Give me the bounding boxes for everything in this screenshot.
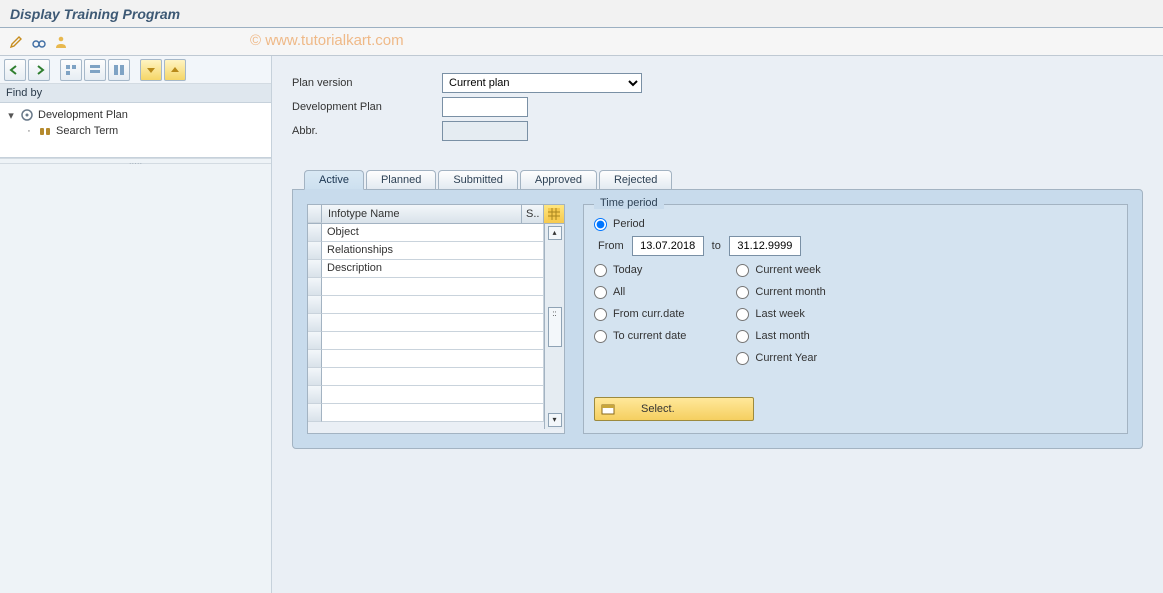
scroll-up-icon[interactable]: ▴ [548,226,562,240]
radio-cur-year[interactable] [736,352,749,365]
nav-collapse-icon[interactable] [164,59,186,81]
radio-to-curr-label: To current date [613,330,686,342]
radio-cur-year-label: Current Year [755,352,817,364]
scroll-down-icon[interactable]: ▾ [548,413,562,427]
findby-header: Find by [0,84,271,103]
tree-root-devplan[interactable]: ▾ Development Plan [6,107,265,123]
abbr-input [442,121,528,141]
plan-version-select[interactable]: Current plan [442,73,642,93]
radio-last-week-label: Last week [755,308,805,320]
col-header-name[interactable]: Infotype Name [322,205,522,223]
devplan-node-icon [20,108,34,122]
table-row[interactable] [308,314,544,332]
table-row[interactable] [308,278,544,296]
time-period-group: Time period Period From to Today [583,204,1128,434]
table-row[interactable] [308,386,544,404]
infotype-rows: Object Relationships Description [308,224,544,429]
sidebar-empty-panel [0,164,271,593]
select-button[interactable]: Select. [594,397,754,421]
table-row[interactable]: Object [308,224,544,242]
main-content: Plan version Current plan Development Pl… [272,56,1163,593]
tree-root-label: Development Plan [38,109,128,121]
radio-from-curr-label: From curr.date [613,308,685,320]
radio-all-label: All [613,286,625,298]
radio-cur-week-label: Current week [755,264,820,276]
app-toolbar: © www.tutorialkart.com [0,28,1163,56]
row-name: Description [322,260,544,278]
from-date-input[interactable] [632,236,704,256]
radio-last-month-label: Last month [755,330,809,342]
group-title: Time period [594,197,664,209]
infotype-table: Infotype Name S.. Object Relationships D… [307,204,565,434]
radio-today-label: Today [613,264,642,276]
tab-active[interactable]: Active [304,170,364,190]
radio-last-month[interactable] [736,330,749,343]
table-row[interactable]: Description [308,260,544,278]
table-row[interactable]: Relationships [308,242,544,260]
tab-panel-active: Infotype Name S.. Object Relationships D… [292,189,1143,449]
tab-planned[interactable]: Planned [366,170,436,189]
table-scrollbar[interactable]: ▴ :: ▾ [544,224,564,429]
radio-to-curr[interactable] [594,330,607,343]
table-row[interactable] [308,332,544,350]
radio-from-curr[interactable] [594,308,607,321]
nav-forward-icon[interactable] [28,59,50,81]
table-row[interactable] [308,350,544,368]
tree-child-label: Search Term [56,125,118,137]
nav-expand-icon[interactable] [140,59,162,81]
tab-approved[interactable]: Approved [520,170,597,189]
radio-period-label: Period [613,218,645,230]
sidebar: Find by ▾ Development Plan · Search Term… [0,56,272,593]
col-header-s[interactable]: S.. [522,205,544,223]
abbr-label: Abbr. [292,125,442,137]
radio-cur-month-label: Current month [755,286,825,298]
select-button-label: Select. [641,403,675,415]
tree-bullet-icon: · [24,125,34,137]
table-row[interactable] [308,368,544,386]
tree-collapse-icon[interactable]: ▾ [6,109,16,122]
scroll-thumb[interactable]: :: [548,307,562,347]
to-label: to [712,240,721,252]
tool-glasses-icon[interactable] [30,33,48,51]
radio-cur-month[interactable] [736,286,749,299]
radio-cur-week[interactable] [736,264,749,277]
radio-all[interactable] [594,286,607,299]
nav-tree3-icon[interactable] [108,59,130,81]
tree-child-searchterm[interactable]: · Search Term [6,123,265,139]
plan-version-label: Plan version [292,77,442,89]
radio-last-week[interactable] [736,308,749,321]
table-settings-icon[interactable] [544,205,564,223]
tab-submitted[interactable]: Submitted [438,170,518,189]
nav-tree: ▾ Development Plan · Search Term [0,103,271,158]
radio-today[interactable] [594,264,607,277]
tool-person-icon[interactable] [52,33,70,51]
to-date-input[interactable] [729,236,801,256]
binoculars-icon [38,124,52,138]
nav-toolbar [0,56,271,84]
devplan-input[interactable] [442,97,528,117]
table-row[interactable] [308,404,544,422]
devplan-label: Development Plan [292,101,442,113]
select-button-icon [601,403,615,415]
from-label: From [598,240,624,252]
tab-rejected[interactable]: Rejected [599,170,672,189]
radio-period[interactable] [594,218,607,231]
tabstrip: Active Planned Submitted Approved Reject… [292,170,1143,189]
nav-tree1-icon[interactable] [60,59,82,81]
watermark-text: © www.tutorialkart.com [250,32,404,49]
row-name: Relationships [322,242,544,260]
tool-pencil-icon[interactable] [8,33,26,51]
row-name: Object [322,224,544,242]
table-row[interactable] [308,296,544,314]
window-title: Display Training Program [0,0,1163,28]
nav-tree2-icon[interactable] [84,59,106,81]
nav-back-icon[interactable] [4,59,26,81]
